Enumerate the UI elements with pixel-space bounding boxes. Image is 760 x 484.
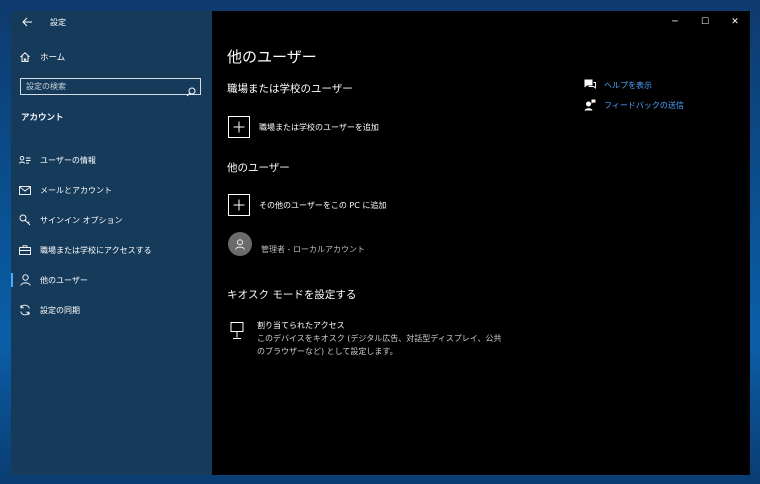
maximize-button[interactable]: ☐: [690, 11, 720, 33]
nav-list: ユーザーの情報 メールとアカウント サインイン オプション 職場または学校にアク…: [11, 145, 212, 325]
add-work-user-label: 職場または学校のユーザーを追加: [259, 122, 379, 132]
person-icon: [19, 274, 31, 286]
page-title: 他のユーザー: [227, 48, 317, 66]
sidebar: 設定 ホーム アカウント ユーザーの情報: [11, 11, 212, 475]
user-card-icon: [19, 154, 31, 166]
search-input[interactable]: [21, 81, 178, 92]
other-users-heading: 他のユーザー: [227, 162, 290, 174]
sidebar-item-label: 他のユーザー: [40, 275, 88, 285]
kiosk-item-title: 割り当てられたアクセス: [257, 321, 345, 330]
sidebar-item-other-users[interactable]: 他のユーザー: [11, 265, 212, 295]
sidebar-item-signin[interactable]: サインイン オプション: [11, 205, 212, 235]
feedback-link-label: フィードバックの送信: [604, 100, 684, 110]
nav-home[interactable]: ホーム: [19, 51, 65, 63]
kiosk-item-desc: このデバイスをキオスク (デジタル広告、対話型ディスプレイ、公共のブラウザーなど…: [257, 334, 502, 356]
add-other-user-button[interactable]: その他のユーザーをこの PC に追加: [228, 194, 386, 216]
help-link[interactable]: ヘルプを表示: [584, 75, 684, 95]
search-icon[interactable]: [186, 82, 196, 97]
feedback-link[interactable]: フィードバックの送信: [584, 95, 684, 115]
sidebar-item-email[interactable]: メールとアカウント: [11, 175, 212, 205]
briefcase-icon: [19, 244, 31, 256]
main-content: ─ ☐ ✕ 他のユーザー 職場または学校のユーザー 職場または学校のユーザーを追…: [212, 11, 750, 475]
mail-icon: [19, 184, 31, 196]
window-controls: ─ ☐ ✕: [660, 11, 750, 33]
sidebar-item-work-school[interactable]: 職場または学校にアクセスする: [11, 235, 212, 265]
settings-window: 設定 ホーム アカウント ユーザーの情報: [11, 11, 750, 475]
sidebar-item-sync[interactable]: 設定の同期: [11, 295, 212, 325]
search-box[interactable]: [20, 78, 201, 97]
nav-home-label: ホーム: [40, 53, 66, 63]
key-icon: [19, 214, 31, 226]
feedback-icon: [584, 99, 596, 111]
minimize-button[interactable]: ─: [660, 11, 690, 33]
sidebar-item-label: 設定の同期: [40, 305, 80, 315]
title-bar: 設定: [11, 11, 212, 33]
plus-icon: [228, 116, 250, 138]
sync-icon: [19, 304, 31, 316]
close-button[interactable]: ✕: [720, 11, 750, 33]
home-icon: [19, 51, 31, 63]
user-name: 管理者 - ローカルアカウント: [261, 244, 365, 254]
sidebar-item-label: メールとアカウント: [40, 185, 112, 195]
sidebar-item-label: サインイン オプション: [40, 215, 123, 225]
user-entry-admin[interactable]: 管理者 - ローカルアカウント: [228, 232, 365, 256]
work-school-heading: 職場または学校のユーザー: [227, 83, 353, 95]
kiosk-heading: キオスク モードを設定する: [227, 289, 357, 301]
app-title: 設定: [50, 17, 66, 27]
assigned-access-item[interactable]: 割り当てられたアクセス このデバイスをキオスク (デジタル広告、対話型ディスプレ…: [230, 320, 507, 358]
avatar: [228, 232, 252, 256]
back-arrow-icon[interactable]: [20, 15, 34, 29]
kiosk-icon: [230, 322, 244, 340]
help-links: ヘルプを表示 フィードバックの送信: [584, 75, 684, 115]
sidebar-item-user-info[interactable]: ユーザーの情報: [11, 145, 212, 175]
plus-icon: [228, 194, 250, 216]
help-link-label: ヘルプを表示: [604, 80, 652, 90]
help-chat-icon: [584, 79, 596, 91]
section-title: アカウント: [21, 113, 64, 123]
add-work-user-button[interactable]: 職場または学校のユーザーを追加: [228, 116, 379, 138]
sidebar-item-label: ユーザーの情報: [40, 155, 96, 165]
add-other-user-label: その他のユーザーをこの PC に追加: [259, 200, 387, 210]
sidebar-item-label: 職場または学校にアクセスする: [40, 245, 152, 255]
